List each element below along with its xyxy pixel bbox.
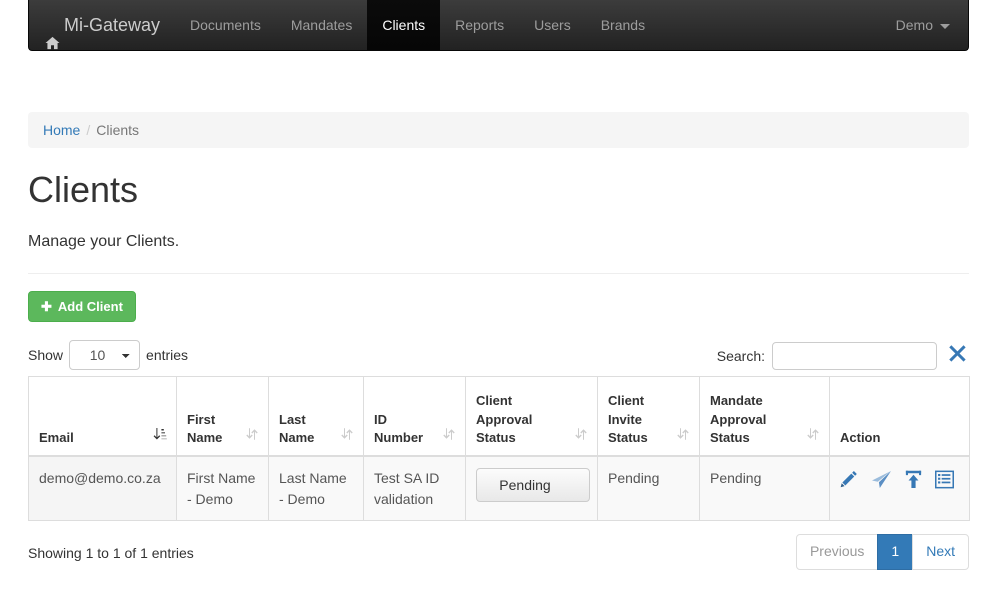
- chevron-down-icon: [940, 23, 950, 29]
- column-header-id-number[interactable]: ID Number: [363, 375, 466, 458]
- header-divider: [28, 272, 969, 274]
- plus-icon: ✚: [41, 298, 52, 314]
- page-length-select[interactable]: 10 25 50 100: [69, 339, 141, 370]
- cell-first-name: First Name - Demo: [176, 455, 269, 522]
- table-header-row: Email First Name Last Name ID Number Cli…: [28, 375, 970, 458]
- breadcrumb-current: Clients: [96, 122, 140, 138]
- table-info: Showing 1 to 1 of 1 entries: [28, 545, 194, 562]
- edit-icon[interactable]: [840, 470, 859, 494]
- nav-item-reports[interactable]: Reports: [440, 0, 519, 50]
- page-root: Mi-Gateway Documents Mandates Clients Re…: [0, 0, 998, 615]
- cell-mandate-approval-status: Pending: [699, 455, 830, 522]
- column-header-last-name[interactable]: Last Name: [268, 375, 364, 458]
- add-client-button[interactable]: ✚ Add Client: [28, 290, 136, 322]
- pagination-next[interactable]: Next: [912, 534, 969, 570]
- nav-item-users[interactable]: Users: [519, 0, 586, 50]
- content-container: Home / Clients Clients Manage your Clien…: [28, 112, 970, 580]
- column-header-mandate-approval-status[interactable]: Mandate Approval Status: [699, 375, 830, 458]
- breadcrumb-home[interactable]: Home: [43, 122, 80, 138]
- page-header: Clients Manage your Clients.: [28, 170, 969, 274]
- table-row: demo@demo.co.za First Name - Demo Last N…: [28, 455, 970, 522]
- brand-logo[interactable]: Mi-Gateway: [29, 0, 175, 50]
- sort-none-icon: [574, 427, 588, 446]
- upload-icon[interactable]: [904, 470, 923, 494]
- nav-label-clients: Clients: [382, 17, 426, 33]
- show-label: Show: [28, 346, 64, 363]
- cell-client-approval-status: Pending Approved Rejected: [465, 455, 598, 522]
- nav-item-documents[interactable]: Documents: [175, 0, 276, 50]
- list-icon[interactable]: [935, 470, 954, 494]
- cell-client-invite-status: Pending: [597, 455, 700, 522]
- breadcrumb-separator: /: [86, 122, 91, 138]
- send-icon[interactable]: [871, 470, 892, 494]
- table-footer: Showing 1 to 1 of 1 entries Previous 1 N…: [28, 534, 969, 580]
- home-icon: [45, 19, 60, 50]
- cell-id-number: Test SA ID validation: [363, 455, 466, 522]
- column-header-email[interactable]: Email: [28, 375, 177, 458]
- table-body: demo@demo.co.za First Name - Demo Last N…: [28, 455, 970, 522]
- pagination: Previous 1 Next: [795, 534, 969, 570]
- table-search-control: Search:: [716, 341, 969, 370]
- user-menu-label: Demo: [895, 17, 933, 33]
- nav-label-users: Users: [534, 17, 571, 33]
- column-header-client-approval-status[interactable]: Client Approval Status: [465, 375, 598, 458]
- main-navbar: Mi-Gateway Documents Mandates Clients Re…: [28, 0, 969, 51]
- sort-none-icon: [676, 427, 690, 446]
- nav-label-brands: Brands: [600, 17, 646, 33]
- column-label-email: Email: [39, 430, 74, 446]
- client-approval-status-select[interactable]: Pending Approved Rejected: [476, 468, 590, 503]
- brand-label: Mi-Gateway: [64, 15, 161, 35]
- page-title: Clients: [28, 169, 139, 210]
- cell-last-name: Last Name - Demo: [268, 455, 364, 522]
- sort-asc-icon: [153, 427, 167, 446]
- sort-none-icon: [442, 427, 456, 446]
- user-menu-dropdown[interactable]: Demo: [881, 0, 968, 50]
- cell-actions: [829, 455, 970, 522]
- cell-email: demo@demo.co.za: [28, 455, 177, 522]
- search-input[interactable]: [772, 341, 937, 370]
- sort-none-icon: [340, 427, 354, 446]
- page-length-control: Show 10 25 50 100 entries: [28, 339, 189, 370]
- column-header-client-invite-status[interactable]: Client Invite Status: [597, 375, 700, 458]
- column-header-first-name[interactable]: First Name: [176, 375, 269, 458]
- navbar-right: Demo: [881, 0, 968, 50]
- nav-label-documents: Documents: [190, 17, 261, 33]
- row-action-buttons: [840, 468, 959, 494]
- column-label-mandate-approval-status: Mandate Approval Status: [710, 393, 767, 446]
- table-controls: Show 10 25 50 100 entries Search:: [28, 334, 969, 376]
- sort-none-icon: [806, 427, 820, 446]
- nav-label-reports: Reports: [455, 17, 505, 33]
- pagination-previous[interactable]: Previous: [795, 534, 879, 570]
- breadcrumb: Home / Clients: [28, 112, 969, 148]
- add-client-label: Add Client: [57, 298, 123, 314]
- pagination-page-1[interactable]: 1: [877, 534, 914, 570]
- table-head: Email First Name Last Name ID Number Cli…: [28, 375, 970, 458]
- nav-item-brands[interactable]: Brands: [586, 0, 660, 50]
- column-label-action: Action: [840, 430, 881, 446]
- nav-item-mandates[interactable]: Mandates: [276, 0, 367, 50]
- page-subtitle: Manage your Clients.: [28, 232, 180, 250]
- search-label: Search:: [716, 347, 765, 364]
- sort-none-icon: [245, 427, 259, 446]
- nav-label-mandates: Mandates: [290, 17, 353, 33]
- column-header-action: Action: [829, 375, 970, 458]
- nav-item-clients[interactable]: Clients: [367, 0, 441, 50]
- entries-label: entries: [146, 346, 189, 363]
- column-label-client-approval-status: Client Approval Status: [476, 393, 533, 446]
- clients-table: Email First Name Last Name ID Number Cli…: [28, 375, 970, 522]
- clear-search-icon[interactable]: [948, 344, 969, 368]
- nav-links: Documents Mandates Clients Reports Users…: [175, 0, 660, 50]
